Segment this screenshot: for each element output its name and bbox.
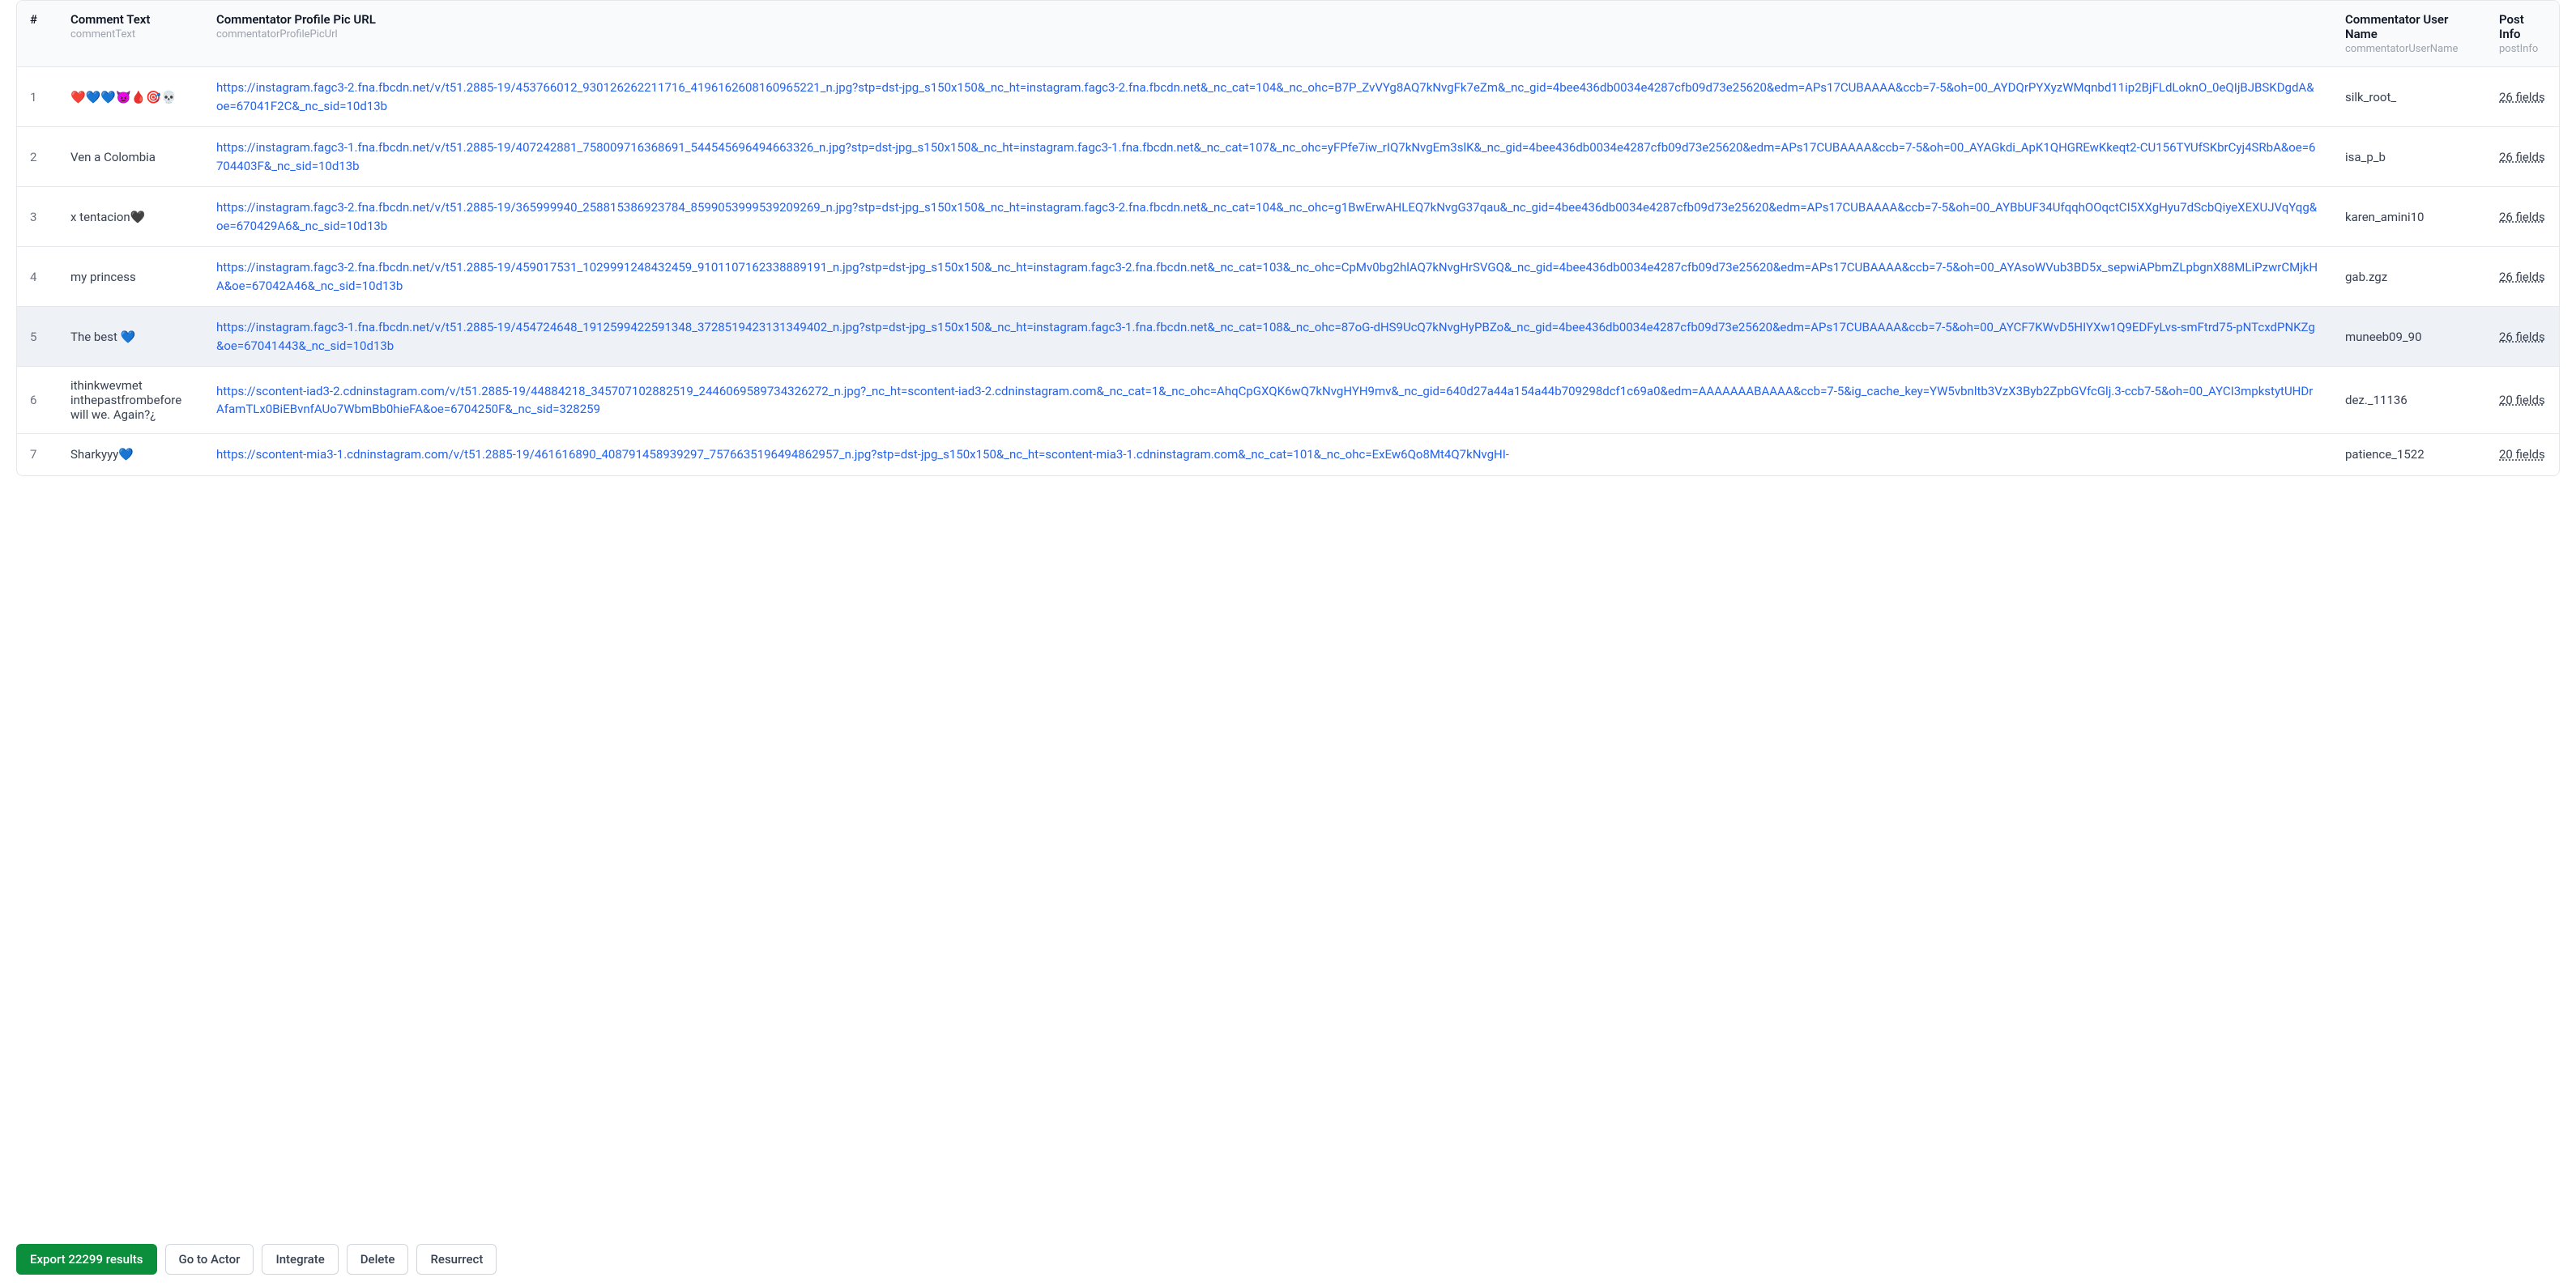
post-info-fields-link[interactable]: 26 fields [2499,210,2545,224]
cell-comment-text: my princess [58,247,203,307]
col-sub-url: commentatorProfilePicUrl [216,28,2319,40]
profile-pic-url-link[interactable]: https://instagram.fagc3-2.fna.fbcdn.net/… [216,198,2319,235]
cell-profile-pic-url: https://instagram.fagc3-2.fna.fbcdn.net/… [203,187,2332,247]
export-button[interactable]: Export 22299 results [16,1244,157,1275]
table-body: 1❤️💙💙😈🩸🎯💀 https://instagram.fagc3-2.fna.f… [17,67,2559,475]
col-header-postinfo[interactable]: Post Info postInfo [2486,1,2559,67]
col-header-url[interactable]: Commentator Profile Pic URL commentatorP… [203,1,2332,67]
table-row[interactable]: 1❤️💙💙😈🩸🎯💀 https://instagram.fagc3-2.fna.f… [17,67,2559,127]
profile-pic-url-link[interactable]: https://instagram.fagc3-1.fna.fbcdn.net/… [216,138,2319,175]
col-label-num: # [30,12,45,27]
profile-pic-url-link[interactable]: https://instagram.fagc3-2.fna.fbcdn.net/… [216,258,2319,295]
table-header: # Comment Text commentText Commentator P… [17,1,2559,67]
cell-post-info: 26 fields [2486,127,2559,187]
cell-row-num: 5 [17,307,58,367]
table-row[interactable]: 4my princess https://instagram.fagc3-2.fn… [17,247,2559,307]
cell-profile-pic-url: https://instagram.fagc3-1.fna.fbcdn.net/… [203,307,2332,367]
cell-profile-pic-url: https://instagram.fagc3-2.fna.fbcdn.net/… [203,247,2332,307]
col-label-comment: Comment Text [70,12,190,27]
cell-post-info: 20 fields [2486,434,2559,475]
post-info-fields-link[interactable]: 26 fields [2499,90,2545,104]
post-info-fields-link[interactable]: 26 fields [2499,150,2545,164]
col-label-username: Commentator User Name [2345,12,2473,41]
cell-comment-text: The best 💙 [58,307,203,367]
cell-profile-pic-url: https://instagram.fagc3-1.fna.fbcdn.net/… [203,127,2332,187]
cell-post-info: 20 fields [2486,367,2559,434]
cell-post-info: 26 fields [2486,247,2559,307]
table-row[interactable]: 6ithinkwevmet inthepastfrombefore will w… [17,367,2559,434]
cell-profile-pic-url: https://instagram.fagc3-2.fna.fbcdn.net/… [203,67,2332,127]
profile-pic-url-link[interactable]: https://instagram.fagc3-2.fna.fbcdn.net/… [216,79,2319,115]
post-info-fields-link[interactable]: 20 fields [2499,447,2545,462]
integrate-button[interactable]: Integrate [262,1244,338,1275]
go-to-actor-button[interactable]: Go to Actor [165,1244,254,1275]
profile-pic-url-link[interactable]: https://instagram.fagc3-1.fna.fbcdn.net/… [216,318,2319,355]
cell-username: isa_p_b [2332,127,2486,187]
col-header-num[interactable]: # [17,1,58,67]
cell-comment-text: ❤️💙💙😈🩸🎯💀 [58,67,203,127]
cell-row-num: 1 [17,67,58,127]
results-table-container: # Comment Text commentText Commentator P… [16,0,2560,476]
cell-row-num: 2 [17,127,58,187]
col-label-postinfo: Post Info [2499,12,2546,41]
results-table: # Comment Text commentText Commentator P… [17,1,2559,475]
table-row[interactable]: 3x tentacion🖤 https://instagram.fagc3-2.f… [17,187,2559,247]
col-header-comment[interactable]: Comment Text commentText [58,1,203,67]
cell-post-info: 26 fields [2486,187,2559,247]
cell-profile-pic-url: https://scontent-iad3-2.cdninstagram.com… [203,367,2332,434]
cell-username: patience_1522 [2332,434,2486,475]
cell-row-num: 3 [17,187,58,247]
cell-comment-text: ithinkwevmet inthepastfrombefore will we… [58,367,203,434]
table-row[interactable]: 2Ven a Colombia https://instagram.fagc3-1… [17,127,2559,187]
resurrect-button[interactable]: Resurrect [416,1244,497,1275]
cell-post-info: 26 fields [2486,67,2559,127]
cell-row-num: 7 [17,434,58,475]
cell-post-info: 26 fields [2486,307,2559,367]
cell-row-num: 6 [17,367,58,434]
cell-row-num: 4 [17,247,58,307]
col-sub-comment: commentText [70,28,190,40]
post-info-fields-link[interactable]: 26 fields [2499,270,2545,284]
cell-profile-pic-url: https://scontent-mia3-1.cdninstagram.com… [203,434,2332,475]
col-header-username[interactable]: Commentator User Name commentatorUserNam… [2332,1,2486,67]
cell-comment-text: Sharkyyy💙 [58,434,203,475]
post-info-fields-link[interactable]: 26 fields [2499,330,2545,344]
cell-username: gab.zgz [2332,247,2486,307]
profile-pic-url-link[interactable]: https://scontent-iad3-2.cdninstagram.com… [216,382,2319,419]
cell-comment-text: Ven a Colombia [58,127,203,187]
col-sub-username: commentatorUserName [2345,43,2473,55]
delete-button[interactable]: Delete [347,1244,409,1275]
cell-username: muneeb09_90 [2332,307,2486,367]
post-info-fields-link[interactable]: 20 fields [2499,393,2545,407]
cell-username: karen_amini10 [2332,187,2486,247]
profile-pic-url-link[interactable]: https://scontent-mia3-1.cdninstagram.com… [216,445,2319,464]
cell-username: dez._11136 [2332,367,2486,434]
cell-username: silk_root_ [2332,67,2486,127]
table-row[interactable]: 5The best 💙 https://instagram.fagc3-1.fna… [17,307,2559,367]
cell-comment-text: x tentacion🖤 [58,187,203,247]
table-row[interactable]: 7Sharkyyy💙 https://scontent-mia3-1.cdnins… [17,434,2559,475]
bottom-toolbar: Export 22299 results Go to Actor Integra… [0,1233,2576,1286]
col-sub-postinfo: postInfo [2499,43,2546,55]
col-label-url: Commentator Profile Pic URL [216,12,2319,27]
